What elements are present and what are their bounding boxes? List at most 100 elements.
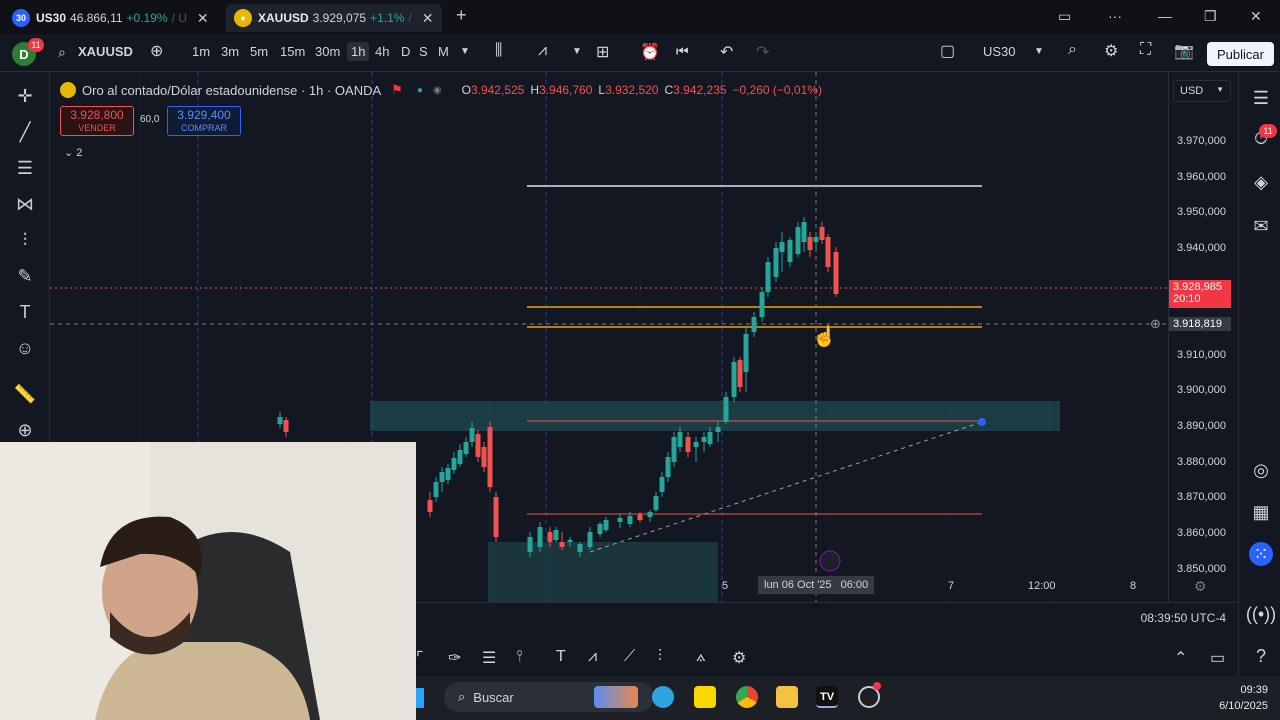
recording-dot xyxy=(873,682,881,690)
close-icon[interactable]: ✕ xyxy=(422,10,434,27)
currency-select[interactable]: USD ▼ xyxy=(1173,80,1231,102)
notes-icon[interactable] xyxy=(694,686,716,708)
brush-icon[interactable]: ✎ xyxy=(12,264,38,288)
utc-clock[interactable]: 08:39:50 UTC-4 xyxy=(1141,611,1226,625)
interval-30m[interactable]: 30m xyxy=(315,44,340,59)
symbol-search[interactable]: XAUUSD xyxy=(78,44,133,59)
measure-icon[interactable]: ⟑ xyxy=(696,648,706,666)
wave-icon[interactable]: ⩘ xyxy=(588,648,597,666)
chat-icon[interactable]: ✉ xyxy=(1249,214,1273,238)
chevron-down-icon[interactable]: ▼ xyxy=(1034,46,1044,57)
telegram-icon[interactable] xyxy=(652,686,674,708)
layers-icon[interactable]: ◈ xyxy=(1249,170,1273,194)
tradingview-icon[interactable]: TV xyxy=(816,686,838,708)
fib-icon[interactable]: ⫶ xyxy=(12,228,38,252)
interval-4h[interactable]: 4h xyxy=(375,44,389,59)
candle-body xyxy=(751,317,757,332)
chrome-icon[interactable] xyxy=(736,686,758,708)
price-axis[interactable]: USD ▼ 3.970,000 3.960,000 3.950,000 3.940… xyxy=(1168,72,1238,602)
calendar-icon[interactable]: ▦ xyxy=(1249,500,1273,524)
undo-icon[interactable]: ↶ xyxy=(720,42,733,62)
interval-15m[interactable]: 15m xyxy=(280,44,305,59)
chevron-down-icon: ⌄ xyxy=(64,147,77,159)
quick-search-icon[interactable]: ⌕ xyxy=(1068,41,1077,59)
indicators-icon[interactable]: ⩘ xyxy=(538,42,547,60)
replay-icon[interactable]: ⏮ xyxy=(676,43,689,60)
horizontal-lines-icon[interactable]: ☰ xyxy=(12,156,38,180)
pattern-icon[interactable]: ⋈ xyxy=(12,192,38,216)
emoji-icon[interactable]: ☺ xyxy=(12,336,38,360)
crosshair-icon[interactable]: ✛ xyxy=(12,84,38,108)
chart-toolbar: D 11 ⌕ XAUUSD ⊕ 1m 3m 5m 15m 30m 1h 4h D… xyxy=(0,34,1280,72)
news-widget-icon[interactable] xyxy=(594,686,638,708)
zoom-icon[interactable]: ⊕ xyxy=(12,418,38,442)
maximize-panel-icon[interactable]: ▭ xyxy=(1210,648,1225,668)
settings-icon[interactable]: ⚙ xyxy=(732,648,746,668)
axis-settings-icon[interactable]: ⚙ xyxy=(1194,578,1207,595)
compare-icon[interactable]: ⊕ xyxy=(150,41,163,61)
folder-icon[interactable] xyxy=(776,686,798,708)
hand-cursor-icon: ☝ xyxy=(812,326,837,348)
time-axis[interactable]: 5 lun 06 Oct '25 06:00 7 12:00 8 xyxy=(416,574,1168,598)
window-close-icon[interactable]: ✕ xyxy=(1250,8,1262,25)
chart-legend: Oro al contado/Dólar estadounidense · 1h… xyxy=(60,82,822,98)
buy-button[interactable]: 3.929,400 COMPRAR xyxy=(167,106,241,136)
interval-5m[interactable]: 5m xyxy=(250,44,268,59)
layout-icon[interactable]: ▢ xyxy=(940,41,955,61)
layout-name[interactable]: US30 xyxy=(983,44,1016,59)
target-icon[interactable]: ◎ xyxy=(1249,458,1273,482)
clock-date: 6/10/2025 xyxy=(1219,700,1268,712)
interval-m[interactable]: M xyxy=(438,44,449,59)
add-alert-icon[interactable]: ⊕ xyxy=(1150,316,1161,332)
redo-icon[interactable]: ↷ xyxy=(756,42,769,62)
taskbar-clock[interactable]: 09:39 6/10/2025 xyxy=(1219,682,1268,714)
select-icon[interactable]: ⌜ xyxy=(416,648,424,668)
sell-button[interactable]: 3.928,800 VENDER xyxy=(60,106,134,136)
broadcast-icon[interactable]: ((•)) xyxy=(1246,602,1276,626)
apps-icon[interactable]: ⁙ xyxy=(1249,542,1273,566)
pen-icon[interactable]: ✑ xyxy=(448,648,461,668)
camera-icon[interactable]: 📷 xyxy=(1174,41,1194,61)
chevron-up-icon[interactable]: ⌃ xyxy=(1174,648,1187,668)
interval-3m[interactable]: 3m xyxy=(221,44,239,59)
forecast-icon[interactable]: ⫶ xyxy=(658,648,662,666)
search-icon[interactable]: ⌕ xyxy=(58,44,66,61)
interval-1h[interactable]: 1h xyxy=(347,42,370,61)
publish-button[interactable]: Publicar xyxy=(1207,42,1274,66)
interval-d[interactable]: D xyxy=(401,44,410,59)
time-tick: 5 xyxy=(722,580,729,592)
text-icon[interactable]: T xyxy=(556,648,566,666)
more-icon[interactable]: ··· xyxy=(1108,8,1122,24)
chevron-down-icon[interactable]: ▼ xyxy=(572,46,582,57)
close-label: C xyxy=(664,83,674,97)
trendline-icon[interactable]: ╱ xyxy=(12,120,38,144)
text-icon[interactable]: T xyxy=(12,300,38,324)
tab-change: +1.1% xyxy=(370,11,405,25)
pitchfork-icon[interactable]: ⫯ xyxy=(516,648,523,666)
watchlist-icon[interactable]: ☰ xyxy=(1249,86,1273,110)
chevron-down-icon[interactable]: ▼ xyxy=(460,46,470,57)
flag-icon[interactable]: ⚑ xyxy=(391,82,403,98)
lines-icon[interactable]: ☰ xyxy=(482,648,496,668)
tab-xauusd[interactable]: ● XAUUSD 3.929,075 +1.1% / ✕ xyxy=(226,4,442,32)
ruler-icon[interactable]: 📏 xyxy=(12,382,38,406)
new-tab-icon[interactable]: + xyxy=(456,5,467,26)
windows-taskbar: ⌕ Buscar TV 09:39 6/10/2025 xyxy=(416,676,1280,720)
help-icon[interactable]: ? xyxy=(1249,644,1273,668)
maximize-icon[interactable]: ❐ xyxy=(1204,8,1217,25)
interval-s[interactable]: S xyxy=(419,44,428,59)
brush-icon[interactable]: ⟋ xyxy=(624,648,635,666)
interval-1m[interactable]: 1m xyxy=(192,44,210,59)
minimize-icon[interactable]: — xyxy=(1158,8,1172,24)
start-icon[interactable] xyxy=(416,688,424,708)
close-icon[interactable]: ✕ xyxy=(197,10,209,27)
templates-icon[interactable]: ⊞ xyxy=(596,42,609,62)
candle-body xyxy=(457,450,463,464)
settings-icon[interactable]: ⚙ xyxy=(1104,41,1118,61)
tab-us30[interactable]: 30 US30 46.866,11 +0.19% / U ✕ xyxy=(4,4,217,32)
alert-icon[interactable]: ⏰ xyxy=(640,42,660,62)
cast-icon[interactable]: ▭ xyxy=(1058,8,1071,25)
fullscreen-icon[interactable]: ⛶ xyxy=(1140,41,1151,59)
bars-style-icon[interactable]: ⫼ xyxy=(495,42,502,60)
indicators-toggle[interactable]: ⌄ 2 xyxy=(64,146,82,159)
